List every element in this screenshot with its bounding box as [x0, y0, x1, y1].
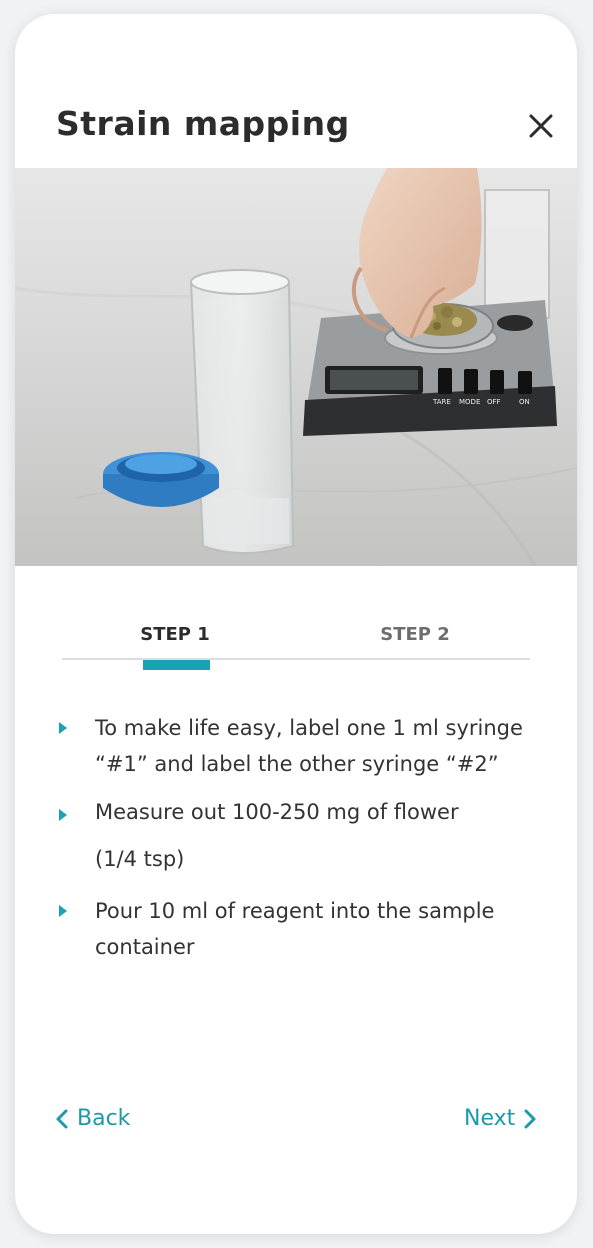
instruction-line: To make life easy, label one 1 ml syring… — [95, 716, 523, 740]
instruction-line: Pour 10 ml of reagent into the sample — [95, 899, 495, 923]
scale-label: ON — [519, 398, 530, 406]
instruction-line: Measure out 100-250 mg of flower — [95, 800, 459, 824]
close-icon — [529, 114, 553, 138]
tabs-divider — [62, 658, 530, 660]
scale-label: TARE — [432, 398, 451, 406]
instruction-line: “#1” and label the other syringe “#2” — [95, 752, 499, 776]
chevron-right-icon — [524, 1109, 536, 1128]
scale-label: MODE — [459, 398, 480, 406]
bullet-arrow-icon — [59, 905, 67, 917]
instruction-photo: TARE MODE OFF ON — [15, 168, 577, 566]
tab-step-1[interactable]: STEP 1 — [100, 624, 250, 645]
list-item: To make life easy, label one 1 ml syring… — [55, 710, 535, 794]
step-tabs: STEP 1 STEP 2 — [62, 614, 530, 674]
active-tab-indicator — [143, 660, 210, 670]
list-item: Measure out 100-250 mg of flower (1/4 ts… — [55, 797, 535, 893]
page-title: Strain mapping — [56, 104, 350, 143]
bullet-arrow-icon — [59, 809, 67, 821]
chevron-left-icon — [56, 1109, 68, 1128]
tab-step-2[interactable]: STEP 2 — [340, 624, 490, 645]
next-button[interactable]: Next — [464, 1106, 537, 1131]
instruction-list: To make life easy, label one 1 ml syring… — [55, 710, 535, 965]
scale-label: OFF — [487, 398, 501, 406]
close-button[interactable] — [525, 110, 557, 142]
strain-mapping-dialog: Strain mapping TARE MODE OFF ON STEP 1 S… — [15, 14, 577, 1234]
list-item: Pour 10 ml of reagent into the sample co… — [55, 893, 535, 965]
back-button[interactable]: Back — [55, 1106, 130, 1131]
instruction-line: (1/4 tsp) — [95, 847, 185, 871]
instruction-line: container — [95, 935, 195, 959]
back-label: Back — [77, 1106, 131, 1131]
next-label: Next — [464, 1106, 516, 1131]
bullet-arrow-icon — [59, 722, 67, 734]
